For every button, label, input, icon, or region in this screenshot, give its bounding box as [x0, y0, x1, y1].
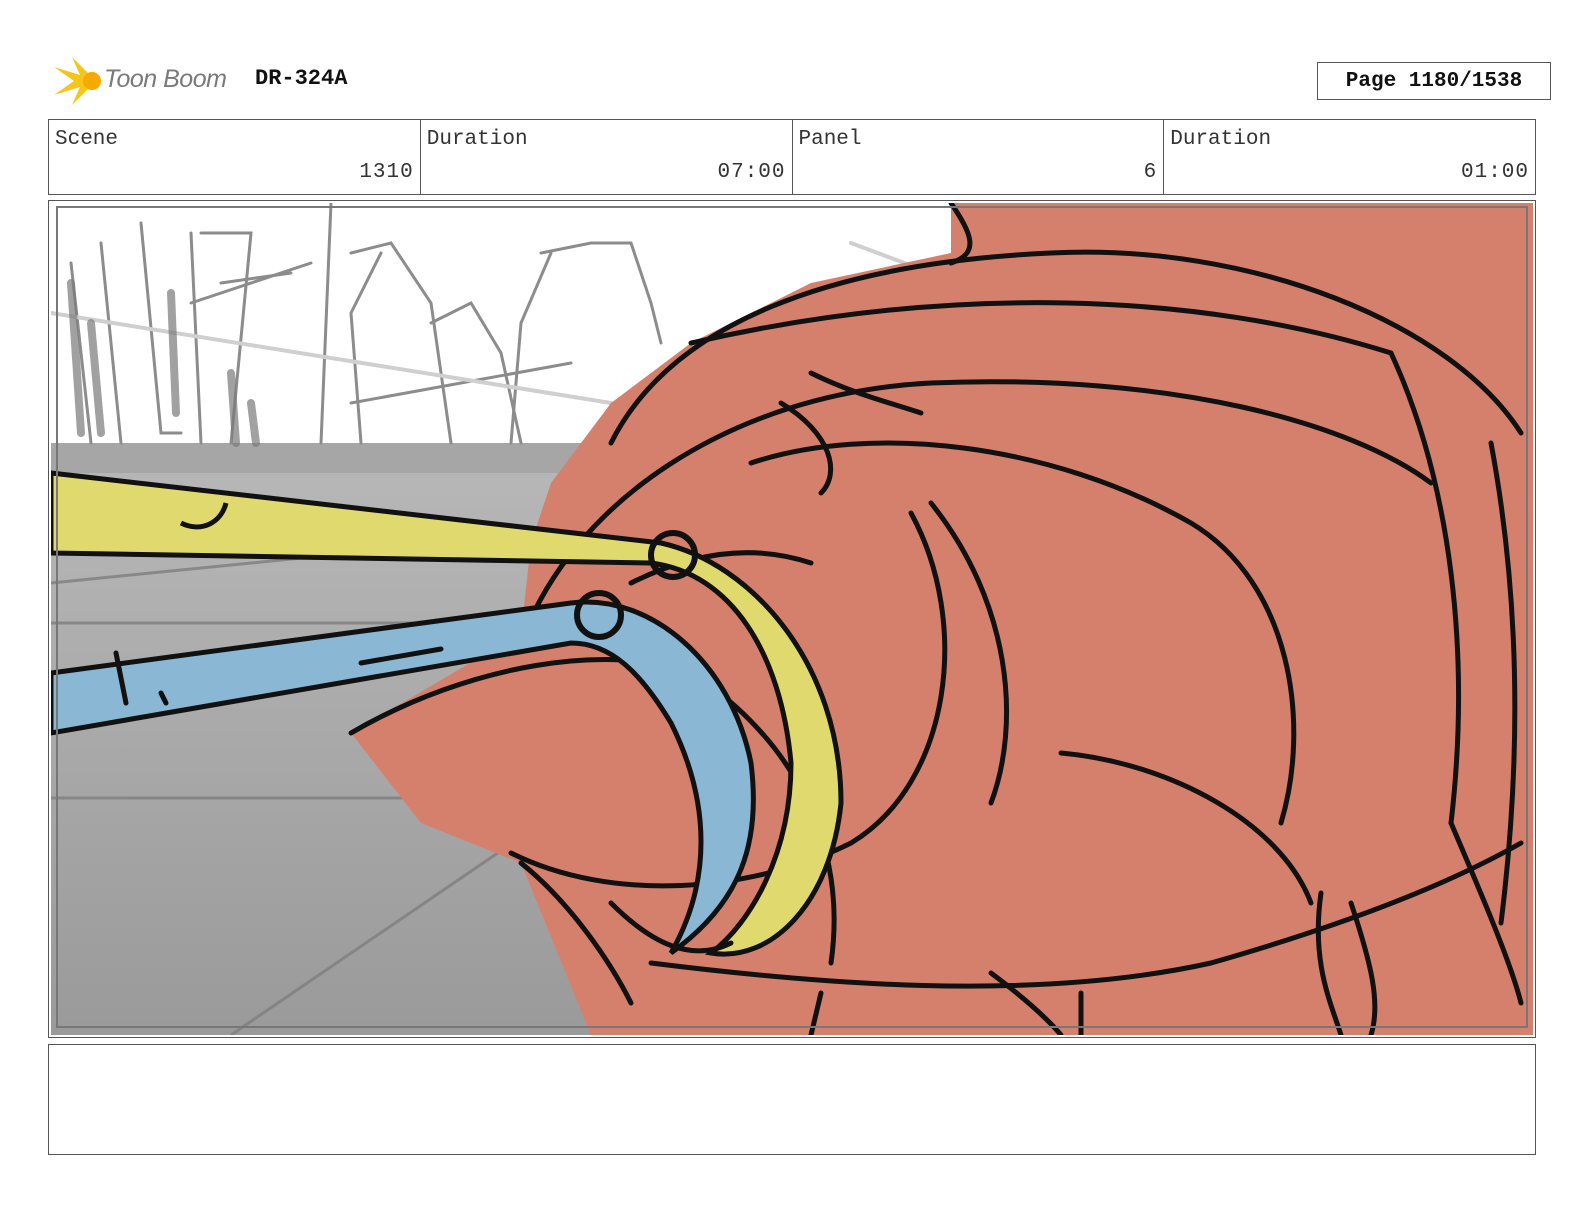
page-indicator: Page 1180/1538 — [1317, 62, 1551, 100]
scene-duration-value: 07:00 — [717, 161, 786, 184]
scene-duration-label: Duration — [426, 128, 528, 151]
panel-duration-cell: Duration 01:00 — [1164, 120, 1535, 194]
panel-notes[interactable] — [48, 1044, 1536, 1155]
toon-boom-logo: Toon Boom — [52, 55, 242, 105]
storyboard-panel-image — [51, 203, 1533, 1035]
panel-label: Panel — [798, 128, 862, 151]
panel-duration-value: 01:00 — [1460, 161, 1529, 184]
panel-value: 6 — [1143, 161, 1158, 184]
panel-duration-label: Duration — [1170, 128, 1272, 151]
logo-text: Toon Boom — [104, 65, 227, 93]
panel-cell: Panel 6 — [793, 120, 1165, 194]
scene-label: Scene — [55, 128, 119, 151]
scene-duration-cell: Duration 07:00 — [421, 120, 793, 194]
scene-value: 1310 — [359, 161, 414, 184]
scene-cell: Scene 1310 — [49, 120, 421, 194]
starburst-icon — [54, 57, 101, 105]
document-id: DR-324A — [255, 66, 348, 91]
scene-info-table: Scene 1310 Duration 07:00 Panel 6 Durati… — [48, 119, 1536, 195]
